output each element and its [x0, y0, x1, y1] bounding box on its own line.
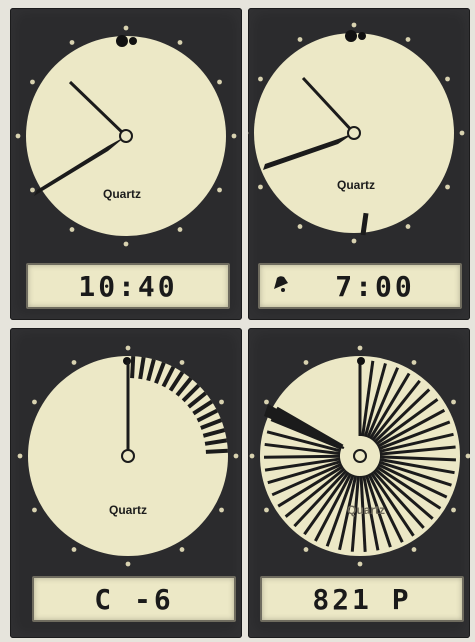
hour-dot — [411, 547, 417, 552]
hour-dot — [69, 227, 75, 232]
hour-dot — [264, 399, 269, 405]
timer-text: C -6 — [94, 582, 174, 616]
hour-dot — [297, 224, 303, 229]
hour-dot — [17, 453, 23, 459]
brand-label: Quartz — [347, 503, 385, 517]
time-text: 10:40 — [78, 269, 178, 303]
clock-panel-3: Quartz C -6 — [10, 328, 242, 638]
brand-label: Quartz — [337, 178, 375, 192]
hour-dot — [249, 453, 255, 459]
hour-dot — [179, 547, 185, 552]
hour-dot — [303, 547, 309, 552]
hour-dot — [459, 130, 465, 136]
hour-dot — [71, 360, 77, 365]
twelve-marker — [357, 357, 365, 365]
hour-dot — [125, 345, 131, 351]
lcd-readout-4: 821 P — [260, 576, 464, 622]
clock-panel-2: Quartz 7:00 — [248, 8, 470, 320]
hour-dot — [405, 37, 411, 42]
hour-dot — [15, 133, 21, 139]
hour-dot — [179, 360, 185, 365]
hour-dot — [445, 76, 450, 82]
hour-dot — [69, 40, 75, 45]
center-pin — [119, 129, 133, 143]
hour-dot — [445, 184, 450, 190]
hour-dot — [177, 40, 183, 45]
center-pin — [121, 449, 135, 463]
hour-dot — [123, 25, 129, 31]
hour-dot — [297, 37, 303, 42]
center-pin — [353, 449, 367, 463]
hour-dot — [219, 399, 224, 405]
hour-dot — [30, 187, 35, 193]
hour-dot — [465, 453, 470, 459]
hour-dot — [258, 184, 263, 190]
center-pin — [347, 126, 361, 140]
hour-dot — [32, 507, 37, 513]
brand-label: Quartz — [109, 503, 147, 517]
hour-dot — [405, 224, 411, 229]
hour-dot — [71, 547, 77, 552]
date-text: 821 P — [312, 582, 412, 616]
hour-dot — [351, 238, 357, 244]
hour-dot — [303, 360, 309, 365]
hour-dot — [451, 399, 456, 405]
hour-dot — [217, 79, 222, 85]
clock-panel-4: Quartz 821 P — [248, 328, 470, 638]
clock-display-sheet: Quartz 10:40 Quartz 7:00 Quartz C -6 Qua… — [0, 0, 475, 642]
hour-dot — [357, 345, 363, 351]
hour-dot — [217, 187, 222, 193]
hour-dot — [264, 507, 269, 513]
hour-dot — [30, 79, 35, 85]
timer-tick — [130, 356, 136, 379]
clock-panel-1: Quartz 10:40 — [10, 8, 242, 320]
hour-dot — [177, 227, 183, 232]
hour-dot — [231, 133, 237, 139]
hour-dot — [219, 507, 224, 513]
hour-dot — [123, 241, 129, 247]
timer-tick — [205, 448, 228, 454]
alarm-time-text: 7:00 — [335, 269, 415, 303]
spiral-wedge — [263, 454, 341, 459]
lcd-readout-3: C -6 — [32, 576, 236, 622]
twelve-marker — [345, 30, 357, 42]
hour-dot — [32, 399, 37, 405]
hour-dot — [125, 561, 131, 567]
twelve-marker — [116, 35, 128, 47]
hour-dot — [351, 22, 357, 28]
hour-dot — [411, 360, 417, 365]
hour-dot — [233, 453, 239, 459]
hour-dot — [258, 76, 263, 82]
lcd-readout-2: 7:00 — [258, 263, 462, 309]
hour-dot — [357, 561, 363, 567]
brand-label: Quartz — [103, 187, 141, 201]
lcd-readout-1: 10:40 — [26, 263, 230, 309]
hour-dot — [451, 507, 456, 513]
